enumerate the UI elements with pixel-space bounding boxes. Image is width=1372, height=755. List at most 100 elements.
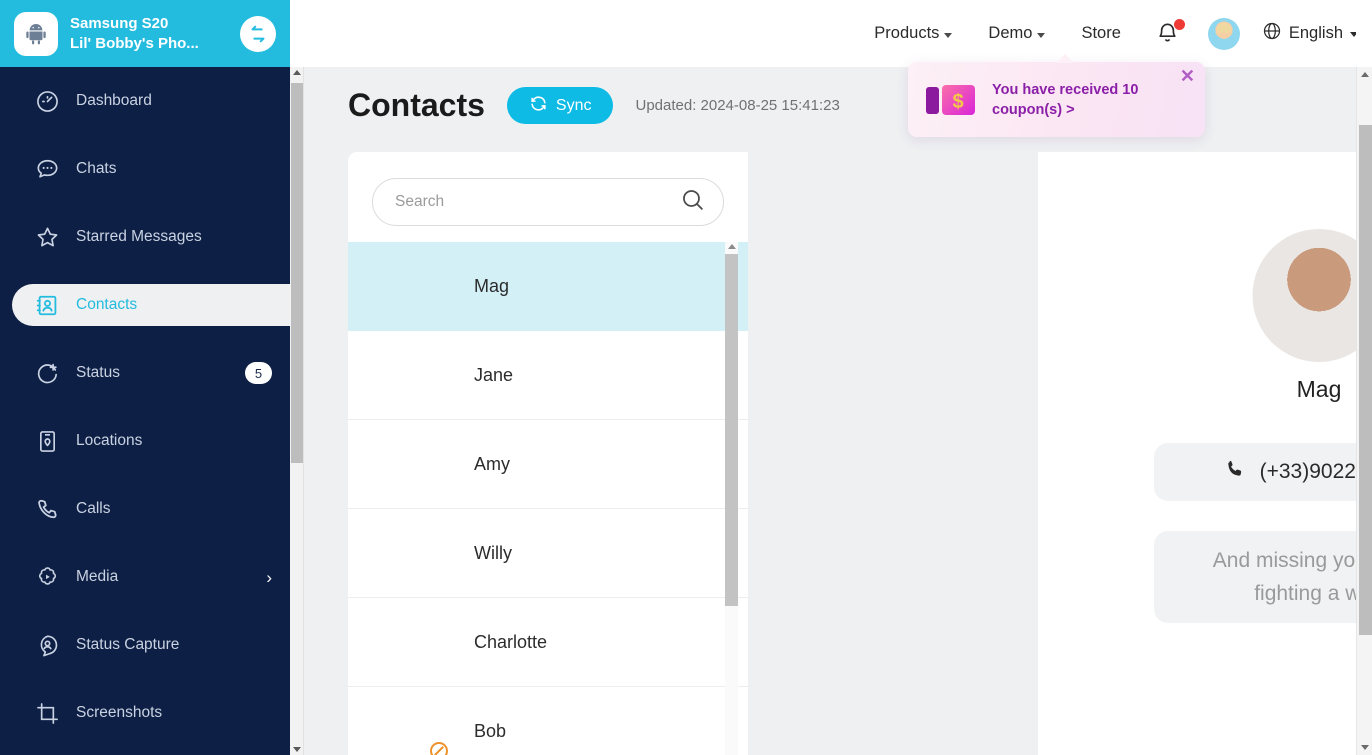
- coupon-message: You have received 10 coupon(s) >: [992, 81, 1139, 118]
- close-icon[interactable]: ✕: [1180, 67, 1195, 85]
- avatar: [392, 437, 446, 491]
- app-root: Samsung S20 Lil' Bobby's Pho... Dashboar…: [0, 0, 1372, 755]
- top-navigation-bar: Products Demo Store English: [290, 0, 1372, 67]
- contact-name: Bob: [474, 720, 507, 741]
- swap-device-icon[interactable]: [240, 15, 276, 52]
- dashboard-icon: [34, 88, 60, 114]
- contact-status-quote: And missing you is like fighting a war.: [1154, 531, 1372, 623]
- sidebar-item-label: Chats: [76, 160, 117, 178]
- scrollbar-thumb[interactable]: [1359, 125, 1372, 635]
- status-add-icon: [34, 360, 60, 386]
- sync-refresh-icon: [529, 94, 548, 118]
- window-scrollbar-top-filler: [1356, 0, 1372, 67]
- contact-list-item[interactable]: Jane: [348, 331, 748, 420]
- sidebar-nav: Dashboard Chats Starred Messages Contact…: [0, 67, 290, 734]
- sidebar-item-media[interactable]: Media ›: [0, 556, 290, 598]
- notification-dot: [1173, 19, 1185, 30]
- sidebar-item-label: Starred Messages: [76, 228, 202, 246]
- sidebar-item-label: Status: [76, 364, 120, 382]
- sidebar-item-label: Screenshots: [76, 704, 163, 722]
- phone-location-icon: [34, 428, 60, 454]
- page-header: Contacts Sync Updated: 2024-08-25 15:41:…: [348, 87, 840, 124]
- contact-name: Charlotte: [474, 631, 548, 652]
- call-icon: [34, 496, 60, 522]
- avatar: [392, 704, 448, 755]
- nav-link-label: Store: [1081, 24, 1121, 42]
- search-box[interactable]: [372, 178, 724, 226]
- window-scrollbar[interactable]: [1356, 67, 1372, 755]
- sidebar-item-calls[interactable]: Calls: [0, 488, 290, 530]
- main-content: Contacts Sync Updated: 2024-08-25 15:41:…: [290, 67, 1372, 755]
- nav-link-demo[interactable]: Demo: [970, 24, 1063, 43]
- coupon-toast[interactable]: $ You have received 10 coupon(s) > ✕: [908, 54, 1205, 137]
- android-icon: [14, 11, 58, 56]
- search-icon[interactable]: [680, 187, 705, 217]
- language-label: English: [1288, 24, 1343, 42]
- contact-list-item[interactable]: Mag: [348, 242, 748, 331]
- search-input[interactable]: [395, 193, 680, 211]
- chevron-right-icon[interactable]: ›: [266, 569, 272, 586]
- sidebar-item-dashboard[interactable]: Dashboard: [0, 80, 290, 122]
- sidebar-item-chats[interactable]: Chats: [0, 148, 290, 190]
- scroll-up-arrow-icon[interactable]: [727, 244, 736, 249]
- contact-detail-panel: Mag (+33)902226521 And missing you is li…: [1038, 152, 1372, 755]
- avatar[interactable]: [1207, 17, 1240, 50]
- nav-link-products[interactable]: Products: [856, 24, 970, 43]
- contact-phone-pill[interactable]: (+33)902226521: [1154, 443, 1372, 501]
- notification-bell-icon[interactable]: [1139, 19, 1196, 46]
- sidebar-item-status-capture[interactable]: Status Capture: [0, 624, 290, 666]
- device-model: Samsung S20: [70, 14, 169, 32]
- sidebar-item-locations[interactable]: Locations: [0, 420, 290, 462]
- scroll-down-arrow-icon[interactable]: [293, 747, 301, 752]
- sidebar-item-screenshots[interactable]: Screenshots: [0, 692, 290, 734]
- blocked-badge-icon: [430, 742, 448, 755]
- sidebar-item-label: Media: [76, 568, 119, 586]
- contact-name: Willy: [474, 542, 512, 563]
- sidebar-item-status[interactable]: Status 5: [0, 352, 290, 394]
- contact-list-item[interactable]: Willy: [348, 509, 748, 598]
- contact-list-panel: Mag Jane Amy: [348, 152, 748, 755]
- page-scrollbar[interactable]: [290, 67, 304, 755]
- scrollbar-thumb[interactable]: [725, 254, 738, 606]
- contact-list-item[interactable]: Charlotte: [348, 598, 748, 687]
- avatar: [392, 615, 446, 669]
- sidebar-item-label: Contacts: [76, 296, 138, 314]
- svg-text:$: $: [952, 91, 963, 113]
- contacts-icon: [34, 292, 60, 318]
- sidebar-item-contacts[interactable]: Contacts: [12, 284, 290, 326]
- sync-button[interactable]: Sync: [506, 87, 614, 124]
- globe-icon: [1262, 21, 1282, 46]
- avatar: [392, 259, 446, 313]
- page-title: Contacts: [348, 87, 485, 123]
- sidebar-item-label: Calls: [76, 500, 111, 518]
- device-name: Lil' Bobby's Pho...: [70, 34, 199, 52]
- screenshot-crop-icon: [34, 700, 60, 726]
- avatar: [392, 526, 446, 580]
- contact-list[interactable]: Mag Jane Amy Willy Charlotte Bob: [348, 242, 748, 755]
- sync-button-label: Sync: [555, 96, 592, 114]
- scroll-up-arrow-icon[interactable]: [1361, 72, 1369, 77]
- chevron-down-icon: [944, 32, 953, 38]
- avatar: [392, 348, 446, 402]
- scroll-up-arrow-icon[interactable]: [293, 70, 301, 75]
- status-badge: 5: [245, 362, 272, 384]
- nav-link-label: Products: [874, 24, 940, 42]
- sidebar-item-label: Status Capture: [76, 636, 180, 654]
- scroll-down-arrow-icon[interactable]: [1361, 745, 1369, 750]
- contact-list-scrollbar[interactable]: [725, 242, 738, 755]
- contact-list-item[interactable]: Amy: [348, 420, 748, 509]
- language-selector[interactable]: English: [1252, 21, 1358, 46]
- chat-bubble-icon: [34, 156, 60, 182]
- star-icon: [34, 224, 60, 250]
- scrollbar-thumb[interactable]: [291, 83, 303, 463]
- contact-quote-text: And missing you is like fighting a war.: [1212, 549, 1372, 605]
- contact-name: Amy: [474, 453, 510, 474]
- nav-link-store[interactable]: Store: [1063, 24, 1138, 43]
- contact-name: Mag: [474, 275, 510, 296]
- sidebar-item-starred-messages[interactable]: Starred Messages: [0, 216, 290, 258]
- contact-list-item[interactable]: Bob: [348, 687, 748, 755]
- contact-detail-avatar: [1252, 229, 1372, 362]
- sidebar-item-label: Dashboard: [76, 92, 152, 110]
- media-icon: [34, 564, 60, 590]
- device-header: Samsung S20 Lil' Bobby's Pho...: [0, 0, 290, 67]
